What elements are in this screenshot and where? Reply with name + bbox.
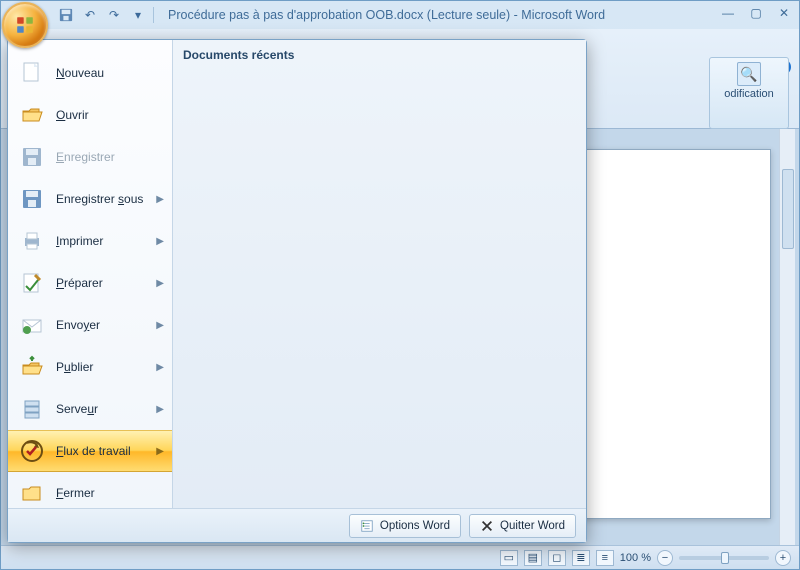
zoom-value: 100 % [620, 552, 651, 564]
view-reading-icon[interactable]: ▤ [524, 550, 542, 566]
menu-item-label: Flux de travail [56, 444, 131, 458]
zoom-in-button[interactable]: + [775, 550, 791, 566]
scrollbar-thumb[interactable] [782, 169, 794, 249]
close-icon [480, 519, 494, 533]
menu-item-open[interactable]: Ouvrir [8, 94, 172, 136]
menu-item-send[interactable]: Envoyer ▶ [8, 304, 172, 346]
view-outline-icon[interactable]: ≣ [572, 550, 590, 566]
envelope-icon [18, 311, 46, 339]
view-draft-icon[interactable]: ≡ [596, 550, 614, 566]
exit-word-button[interactable]: Quitter Word [469, 514, 576, 538]
menu-item-publish[interactable]: Publier ▶ [8, 346, 172, 388]
titlebar: ↶ ↷ ▾ Procédure pas à pas d'approbation … [1, 1, 799, 29]
menu-item-close[interactable]: Fermer [8, 472, 172, 508]
printer-icon [18, 227, 46, 255]
minimize-button[interactable]: — [719, 5, 737, 20]
find-icon: 🔍 [737, 62, 761, 86]
window-title: Procédure pas à pas d'approbation OOB.do… [168, 8, 605, 22]
close-button[interactable]: ✕ [775, 5, 793, 20]
office-menu: Nouveau Ouvrir Enregistrer Enregistrer s… [7, 39, 587, 543]
menu-item-label: Publier [56, 360, 93, 374]
quick-access-toolbar: ↶ ↷ ▾ [57, 6, 154, 24]
view-print-layout-icon[interactable]: ▭ [500, 550, 518, 566]
menu-item-label: Préparer [56, 276, 103, 290]
chevron-right-icon: ▶ [156, 278, 164, 289]
save-icon[interactable] [57, 6, 75, 24]
menu-item-label: Nouveau [56, 66, 104, 80]
menu-item-prepare[interactable]: Préparer ▶ [8, 262, 172, 304]
menu-item-print[interactable]: Imprimer ▶ [8, 220, 172, 262]
chevron-right-icon: ▶ [156, 320, 164, 331]
office-menu-list: Nouveau Ouvrir Enregistrer Enregistrer s… [8, 40, 173, 508]
ribbon-group-edit[interactable]: 🔍 odification [709, 57, 789, 129]
chevron-right-icon: ▶ [156, 446, 164, 457]
word-options-label: Options Word [380, 520, 450, 532]
menu-item-label: Enregistrer sous [56, 192, 143, 206]
new-document-icon [18, 59, 46, 87]
chevron-right-icon: ▶ [156, 404, 164, 415]
recent-documents-panel: Documents récents [173, 40, 586, 508]
menu-item-label: Enregistrer [56, 150, 115, 164]
chevron-right-icon: ▶ [156, 194, 164, 205]
office-menu-body: Nouveau Ouvrir Enregistrer Enregistrer s… [8, 40, 586, 508]
qat-customize-icon[interactable]: ▾ [129, 6, 147, 24]
menu-item-label: Envoyer [56, 318, 100, 332]
undo-icon[interactable]: ↶ [81, 6, 99, 24]
chevron-right-icon: ▶ [156, 236, 164, 247]
menu-item-label: Ouvrir [56, 108, 89, 122]
server-icon [18, 395, 46, 423]
vertical-scrollbar[interactable] [779, 129, 795, 545]
recent-documents-header: Documents récents [183, 48, 576, 62]
folder-icon [18, 479, 46, 507]
maximize-button[interactable]: ▢ [747, 5, 765, 20]
separator [153, 7, 154, 23]
folder-open-icon [18, 101, 46, 129]
office-button[interactable] [2, 2, 48, 48]
menu-item-save-as[interactable]: Enregistrer sous ▶ [8, 178, 172, 220]
exit-word-label: Quitter Word [500, 520, 565, 532]
menu-item-save[interactable]: Enregistrer [8, 136, 172, 178]
word-options-button[interactable]: Options Word [349, 514, 461, 538]
statusbar: ▭ ▤ ◻ ≣ ≡ 100 % − + [1, 545, 799, 569]
save-as-icon [18, 185, 46, 213]
menu-item-server[interactable]: Serveur ▶ [8, 388, 172, 430]
window-controls: — ▢ ✕ [719, 5, 793, 20]
zoom-slider-handle[interactable] [721, 552, 729, 564]
publish-icon [18, 353, 46, 381]
app-window: ↶ ↷ ▾ Procédure pas à pas d'approbation … [0, 0, 800, 570]
menu-item-label: Imprimer [56, 234, 103, 248]
save-icon [18, 143, 46, 171]
workflow-icon [18, 437, 46, 465]
redo-icon[interactable]: ↷ [105, 6, 123, 24]
chevron-right-icon: ▶ [156, 362, 164, 373]
office-menu-footer: Options Word Quitter Word [8, 508, 586, 542]
menu-item-new[interactable]: Nouveau [8, 52, 172, 94]
zoom-out-button[interactable]: − [657, 550, 673, 566]
ribbon-label-modification: odification [724, 88, 774, 100]
prepare-icon [18, 269, 46, 297]
menu-item-label: Serveur [56, 402, 98, 416]
menu-item-label: Fermer [56, 486, 95, 500]
menu-item-workflow[interactable]: Flux de travail ▶ [8, 430, 172, 472]
view-web-icon[interactable]: ◻ [548, 550, 566, 566]
options-icon [360, 519, 374, 533]
zoom-slider[interactable] [679, 556, 769, 560]
